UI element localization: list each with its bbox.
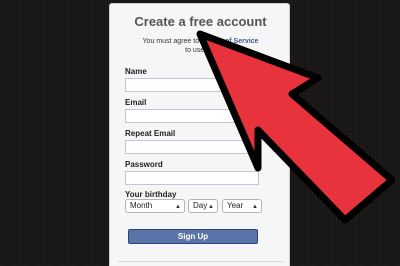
pointer-arrow-icon <box>196 30 396 224</box>
pointer-arrow-shape <box>196 30 396 224</box>
